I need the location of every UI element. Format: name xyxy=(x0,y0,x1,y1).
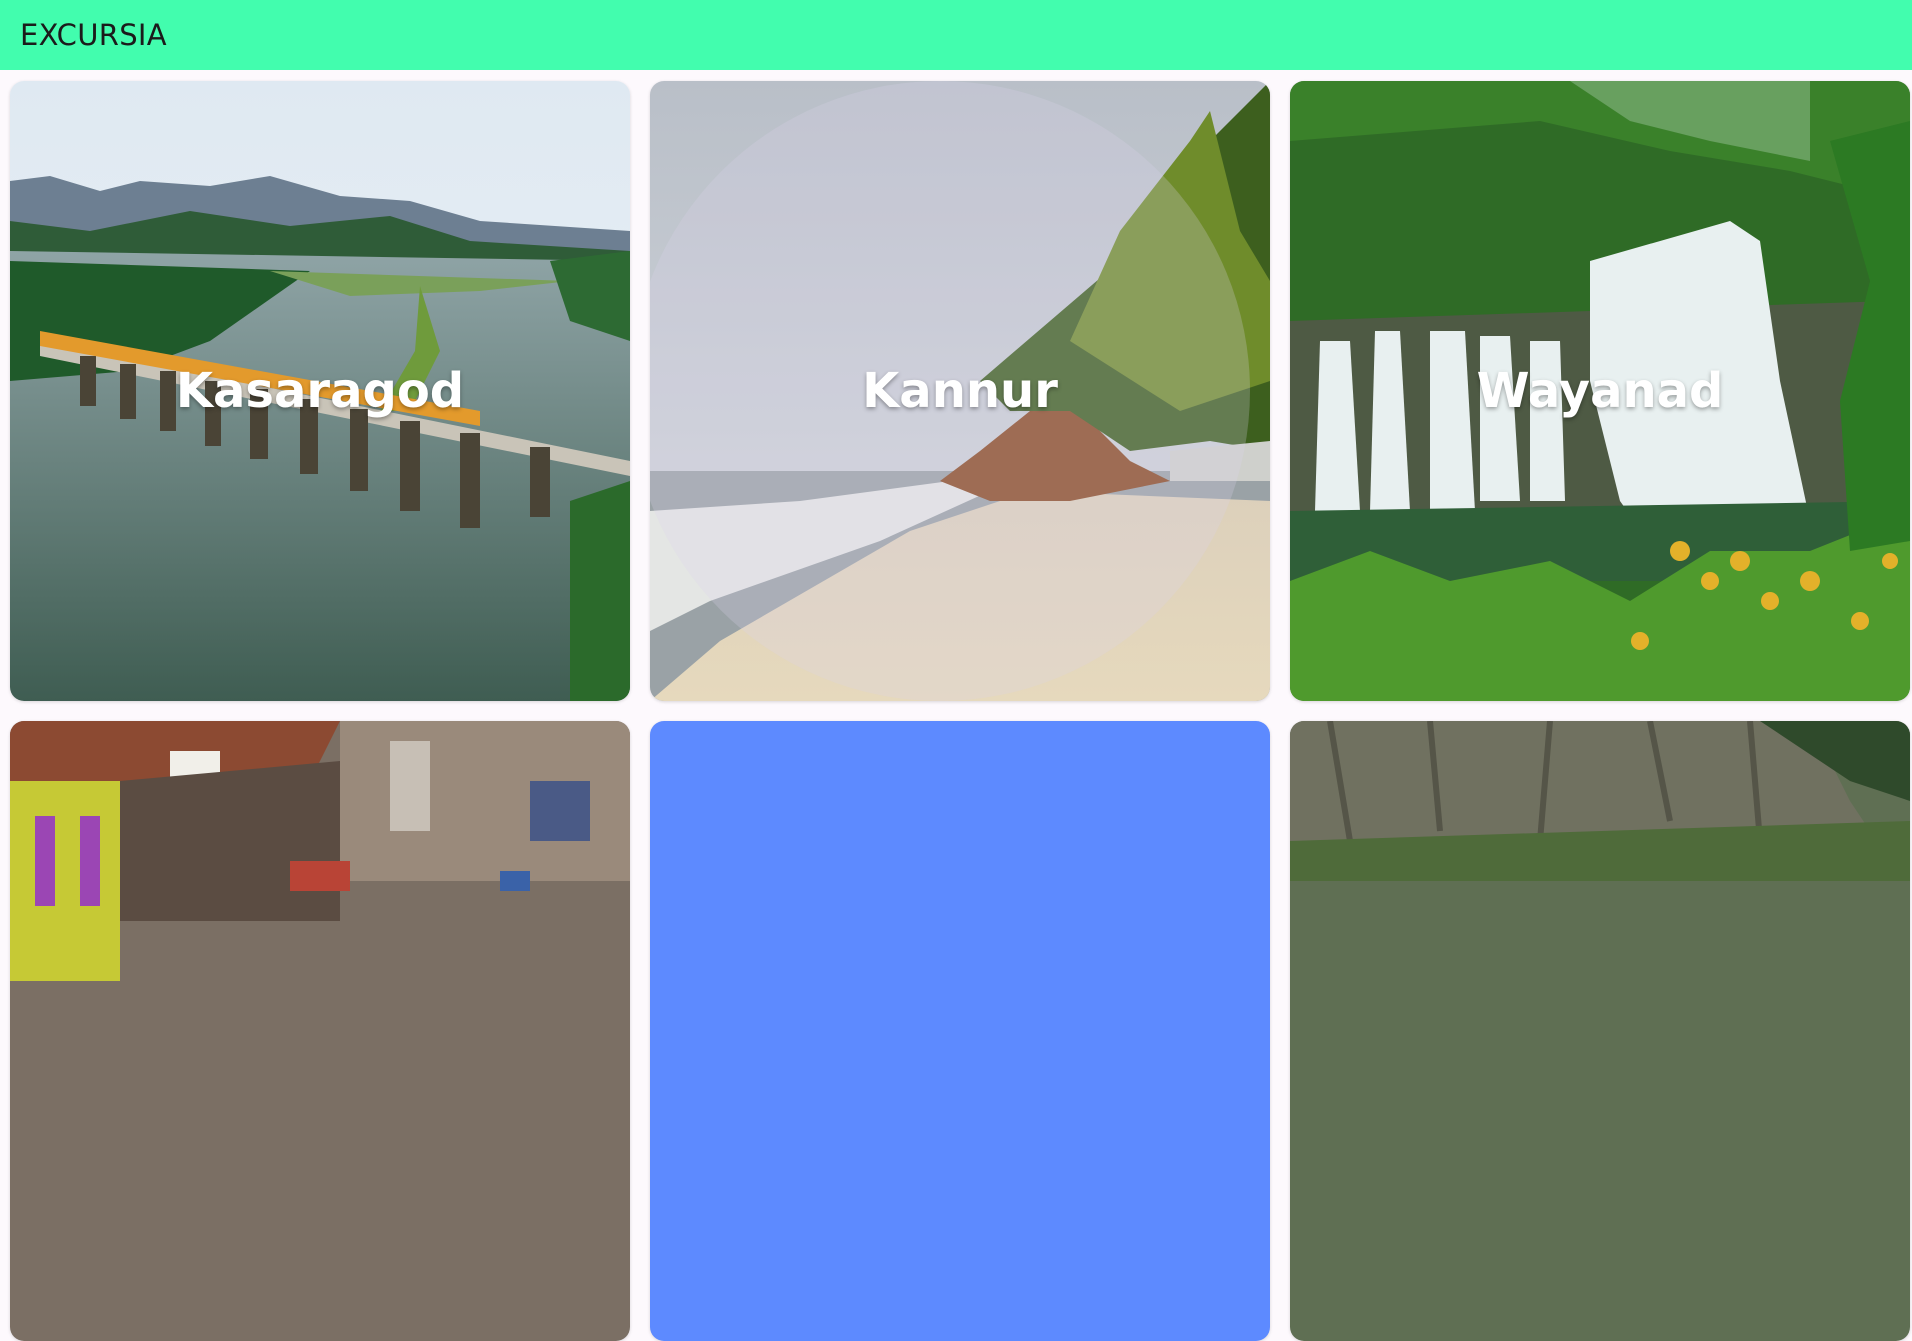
destination-card-wayanad[interactable]: Wayanad xyxy=(1290,81,1910,701)
app-bar: EXCURSIA xyxy=(0,0,1912,70)
town-street-image xyxy=(10,721,630,1341)
destination-card-kasaragod[interactable]: Kasaragod xyxy=(10,81,630,701)
destination-card-cliff[interactable] xyxy=(1290,721,1910,1341)
app-title: EXCURSIA xyxy=(20,18,167,52)
destination-name: Wayanad xyxy=(1476,363,1724,419)
destination-name: Kasaragod xyxy=(175,363,465,419)
cliff-forest-image xyxy=(1290,721,1910,1341)
destination-card-kannur[interactable]: Kannur xyxy=(650,81,1270,701)
destination-card-loading[interactable] xyxy=(650,721,1270,1341)
destination-card-town[interactable] xyxy=(10,721,630,1341)
destination-name: Kannur xyxy=(862,363,1058,419)
destination-grid: Kasaragod Kannur Wayanad xyxy=(10,81,1910,1341)
